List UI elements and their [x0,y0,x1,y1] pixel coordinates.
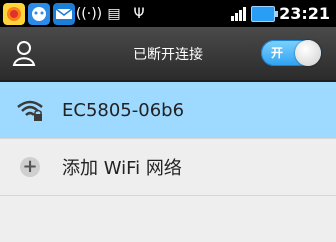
connection-status-title: 已断开连接 [133,46,203,63]
wifi-toggle[interactable]: 开 [261,40,321,66]
battery-charging-icon [251,5,279,22]
plus-icon: + [14,151,46,183]
network-list: EC5805-06b6 + 添加 WiFi 网络 [0,82,336,196]
wifi-lock-icon [14,94,46,126]
toggle-label: 开 [271,46,284,60]
network-ssid: EC5805-06b6 [62,99,185,121]
add-network-label: 添加 WiFi 网络 [62,158,182,179]
toggle-knob [295,40,321,66]
clock: 23:21 [279,4,330,23]
network-row-ec5805[interactable]: EC5805-06b6 [0,82,336,139]
signal-icon [231,6,247,21]
status-right: 23:21 [231,0,330,27]
wifi-hotspot-icon: ((·)) [75,6,103,22]
add-wifi-network-row[interactable]: + 添加 WiFi 网络 [0,139,336,196]
status-left-icons: ((·)) ▤ Ψ [3,3,150,25]
android-icon: ▤ [107,6,121,22]
status-bar: ((·)) ▤ Ψ 23:21 [0,0,336,27]
mail-icon [53,3,75,25]
header-bar: 已断开连接 开 [0,27,336,82]
chat-icon [28,3,50,25]
profile-icon[interactable] [10,39,38,67]
app-icon-colorful [3,3,25,25]
usb-icon: Ψ [133,6,145,22]
